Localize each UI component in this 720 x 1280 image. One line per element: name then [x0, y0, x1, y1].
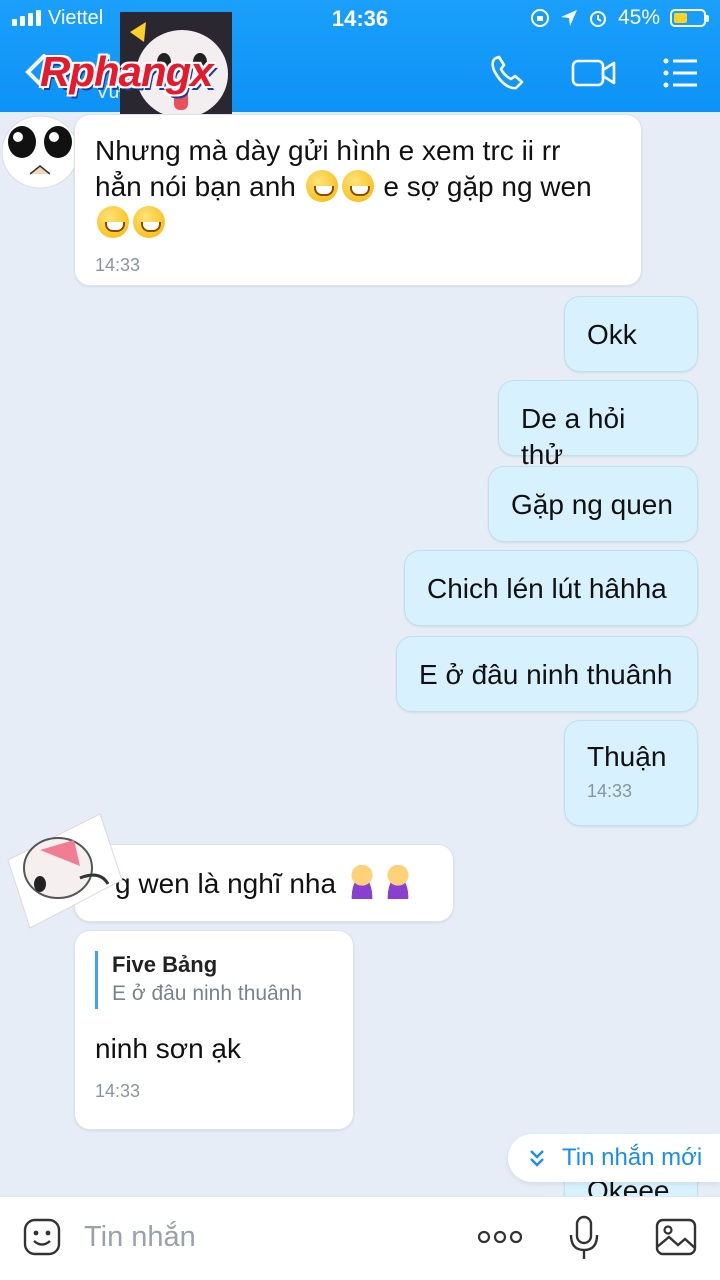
rotation-lock-icon [530, 9, 549, 27]
new-messages-label: Tin nhắn mới [562, 1144, 703, 1171]
message-bubble-incoming[interactable]: g wen là nghĩ nha [74, 844, 454, 922]
message-time: 14:33 [95, 255, 141, 275]
battery-level [674, 13, 687, 23]
chat-message-list[interactable]: Nhưng mà dày gửi hình e xem trc ii rr hẳ… [0, 112, 720, 1196]
message-text: ninh sơn ạk [95, 1033, 242, 1064]
quoted-sender-name: Five Bảng [112, 952, 218, 977]
contact-sticker-avatar [0, 112, 84, 192]
message-bubble-outgoing[interactable]: Thuận 14:33 [564, 720, 698, 826]
grinning-sweat-emoji [133, 206, 165, 238]
message-text: E ở đâu ninh thuânh [419, 659, 673, 690]
grinning-sweat-emoji [305, 170, 338, 202]
message-text: g wen là nghĩ nha [115, 868, 337, 899]
message-bubble-outgoing[interactable]: Okk [564, 296, 698, 372]
message-input[interactable]: Tin nhắn [84, 1221, 196, 1254]
message-text: De a hỏi thử [521, 403, 626, 470]
message-input-bar: Tin nhắn [0, 1196, 720, 1280]
menu-list-icon[interactable] [660, 52, 702, 94]
message-bubble-incoming-reply[interactable]: Five Bảng E ở đâu ninh thuânh ninh sơn ạ… [74, 930, 354, 1130]
battery-icon [670, 9, 709, 27]
grinning-sweat-emoji [97, 206, 129, 238]
message-text: Nhưng mà dày gửi hình e xem trc ii rr [95, 135, 561, 166]
facepalm-emoji [381, 865, 414, 899]
message-text: Okk [587, 319, 637, 350]
message-time: 14:33 [587, 781, 633, 801]
message-emoji-line [95, 205, 621, 241]
message-text: e sợ gặp ng wen [383, 171, 592, 202]
image-gallery-icon[interactable] [654, 1217, 698, 1257]
quoted-message-text: E ở đâu ninh thuânh [112, 982, 303, 1005]
new-messages-button[interactable]: Tin nhắn mới [508, 1134, 720, 1182]
phone-icon[interactable] [486, 52, 528, 94]
location-arrow-icon [560, 10, 577, 26]
message-bubble-outgoing[interactable]: E ở đâu ninh thuânh [396, 636, 698, 712]
alarm-icon [589, 11, 606, 27]
battery-percent: 45% [617, 6, 660, 29]
message-bubble-outgoing[interactable]: De a hỏi thử [498, 380, 698, 470]
message-time: 14:33 [95, 1081, 141, 1101]
status-icons: 45% [530, 6, 709, 30]
microphone-icon[interactable] [568, 1215, 600, 1261]
message-bubble-outgoing[interactable]: Gặp ng quen [488, 466, 698, 542]
quoted-reply[interactable]: Five Bảng E ở đâu ninh thuânh [95, 951, 333, 1009]
message-text: Chich lén lút hâhha [427, 573, 667, 604]
contact-sticker-avatar [0, 810, 124, 932]
message-bubble-outgoing[interactable]: Chich lén lút hâhha [404, 550, 698, 626]
message-text: Thuận [587, 741, 667, 772]
watermark-logo: Rphangx [40, 48, 214, 95]
facepalm-emoji [345, 865, 378, 899]
double-chevron-down-icon [530, 1150, 544, 1167]
message-text: hẳn nói bạn anh [95, 171, 296, 202]
message-bubble-incoming[interactable]: Nhưng mà dày gửi hình e xem trc ii rr hẳ… [74, 114, 642, 286]
more-dots-icon[interactable] [476, 1227, 524, 1247]
status-bar: Viettel 14:36 45% [0, 0, 720, 36]
app-header: Viettel 14:36 45% H Vừa … cập Rphangx [0, 0, 720, 122]
message-text-line: hẳn nói bạn anh e sợ gặp ng wen [95, 169, 621, 205]
message-text: Gặp ng quen [511, 489, 673, 520]
grinning-sweat-emoji [341, 170, 374, 202]
video-camera-icon[interactable] [570, 52, 618, 94]
sticker-smile-icon[interactable] [22, 1217, 62, 1257]
